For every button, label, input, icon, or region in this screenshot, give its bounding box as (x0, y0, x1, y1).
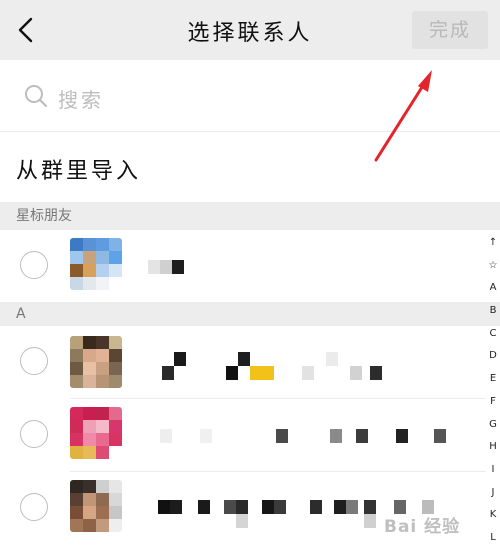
avatar (70, 407, 122, 459)
index-item[interactable]: I (486, 459, 500, 482)
alphabet-index-bar[interactable]: ↑ ☆ A B C D E F G H I J K L (486, 232, 500, 550)
select-radio[interactable] (20, 420, 48, 448)
index-item[interactable]: K (486, 504, 500, 527)
nav-bar: 选择联系人 完成 (0, 0, 500, 60)
section-header-a: A (0, 302, 500, 326)
search-icon (25, 85, 48, 108)
index-item[interactable]: C (486, 323, 500, 346)
avatar (70, 480, 122, 532)
search-placeholder: 搜索 (58, 88, 104, 112)
index-item[interactable]: E (486, 368, 500, 391)
select-radio[interactable] (20, 493, 48, 521)
watermark: Bai 经验 (384, 517, 461, 537)
avatar (70, 336, 122, 388)
done-button[interactable]: 完成 (412, 11, 488, 49)
select-radio[interactable] (20, 347, 48, 375)
index-item[interactable]: ↑ (486, 232, 500, 255)
search-bar[interactable]: 搜索 (0, 60, 500, 132)
index-item[interactable]: F (486, 391, 500, 414)
index-item[interactable]: D (486, 345, 500, 368)
contact-name-blurred (148, 260, 188, 274)
import-from-group-item[interactable]: 从群里导入 (0, 132, 500, 202)
index-item[interactable]: G (486, 414, 500, 437)
contact-name-blurred (160, 352, 390, 380)
index-item[interactable]: A (486, 277, 500, 300)
import-from-group-label: 从群里导入 (16, 159, 142, 184)
section-header-starred: 星标朋友 (0, 202, 500, 230)
contact-row[interactable] (0, 230, 486, 302)
index-item[interactable]: ☆ (486, 255, 500, 278)
index-item[interactable]: B (486, 300, 500, 323)
contact-row[interactable] (0, 399, 486, 471)
contact-name-blurred (160, 429, 450, 443)
contact-row[interactable] (0, 326, 486, 398)
select-radio[interactable] (20, 251, 48, 279)
avatar (70, 238, 122, 290)
index-item[interactable]: J (486, 482, 500, 505)
index-item[interactable]: L (486, 527, 500, 550)
index-item[interactable]: H (486, 436, 500, 459)
